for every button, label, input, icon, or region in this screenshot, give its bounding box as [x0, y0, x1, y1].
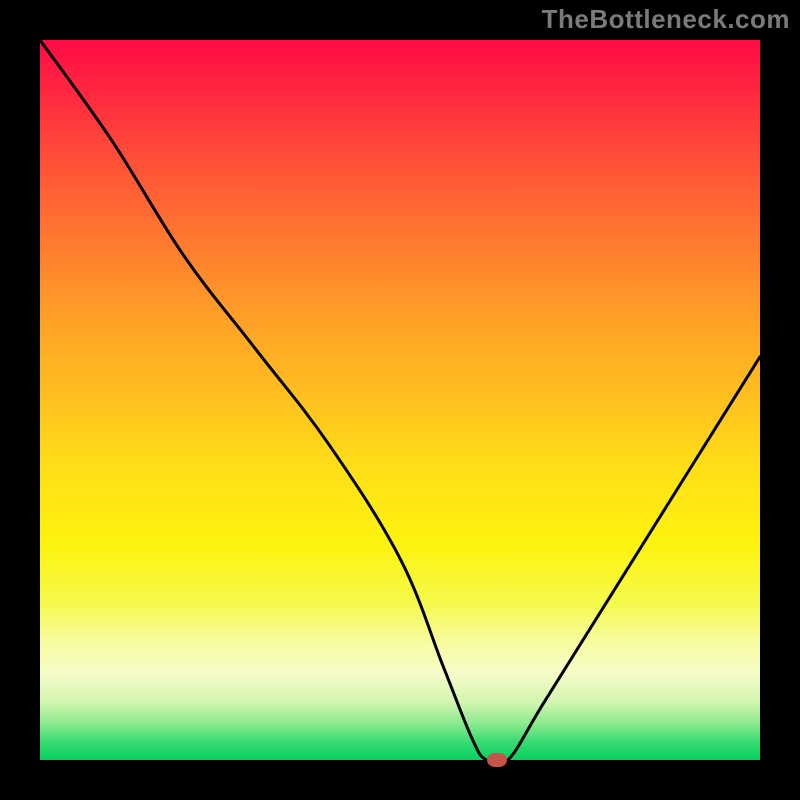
watermark-text: TheBottleneck.com	[542, 4, 790, 35]
plot-area	[40, 40, 760, 760]
chart-container: TheBottleneck.com	[0, 0, 800, 800]
optimal-point-marker	[487, 753, 507, 767]
bottleneck-line	[40, 40, 760, 760]
